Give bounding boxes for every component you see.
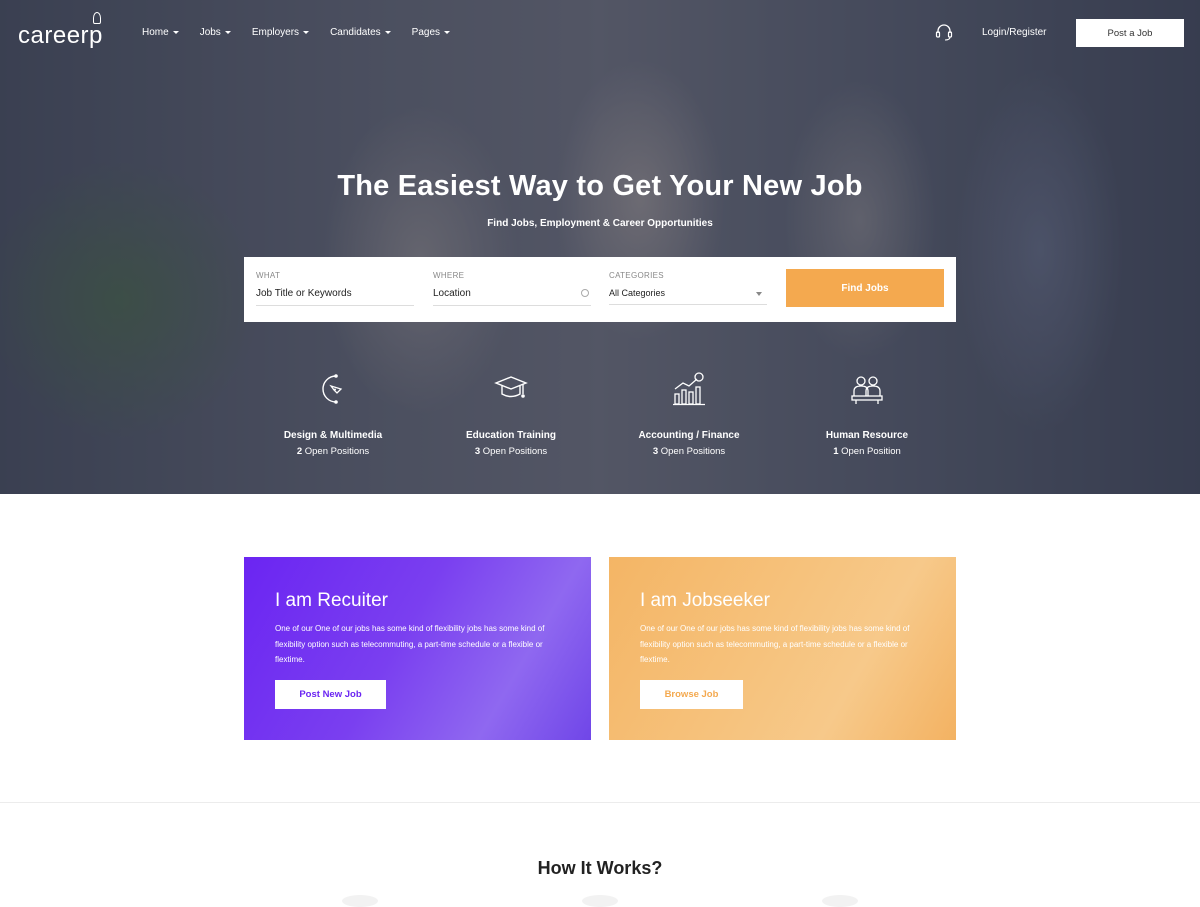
nav-item-label: Candidates xyxy=(330,27,381,38)
category-education-training[interactable]: Education Training 3 Open Positions xyxy=(421,372,601,457)
people-icon xyxy=(851,376,883,404)
categories-label: CATEGORIES xyxy=(609,271,664,280)
job-search-form: WHAT Job Title or Keywords WHERE Locatio… xyxy=(244,257,956,322)
category-name: Accounting / Finance xyxy=(638,430,740,441)
logo-text: career xyxy=(18,22,90,49)
how-it-works-title: How It Works? xyxy=(537,858,663,878)
chevron-down-icon xyxy=(172,31,179,34)
where-field[interactable]: WHERE Location xyxy=(433,271,591,306)
category-accounting-finance[interactable]: Accounting / Finance 3 Open Positions xyxy=(599,372,779,457)
what-label: WHAT xyxy=(256,271,281,280)
jobseeker-card: I am Jobseeker One of our One of our job… xyxy=(609,557,956,740)
step-circle xyxy=(822,895,858,907)
category-name: Human Resource xyxy=(825,430,909,441)
logo-text-tail: p xyxy=(89,22,103,49)
count-suffix: Open Position xyxy=(841,446,901,457)
keyword-input[interactable]: Job Title or Keywords xyxy=(256,288,414,306)
hero-subtitle: Find Jobs, Employment & Career Opportuni… xyxy=(487,218,713,229)
count-value: 2 xyxy=(296,446,303,457)
nav-item-label: Employers xyxy=(251,27,300,38)
rocket-icon xyxy=(93,12,101,24)
count-suffix: Open Positions xyxy=(304,446,370,457)
login-register-link[interactable]: Login/Register xyxy=(982,27,1046,38)
nav-item-employers[interactable]: Employers xyxy=(251,27,310,38)
card-description: One of our One of our jobs has some kind… xyxy=(275,624,545,664)
nav-item-label: Jobs xyxy=(199,27,221,38)
card-title: I am Recuiter xyxy=(275,590,388,611)
category-count: 2 Open Positions xyxy=(243,446,423,457)
graduation-cap-icon xyxy=(494,376,528,398)
category-count: 3 Open Positions xyxy=(421,446,601,457)
category-design-multimedia[interactable]: Design & Multimedia 2 Open Positions xyxy=(243,372,423,457)
locate-icon[interactable] xyxy=(581,289,589,297)
count-value: 3 xyxy=(652,446,659,457)
card-title: I am Jobseeker xyxy=(640,590,770,611)
hero-section: careerp Home Jobs Employers Candidates P… xyxy=(0,0,1200,494)
categories-field[interactable]: CATEGORIES All Categories xyxy=(609,271,767,305)
chevron-down-icon xyxy=(756,292,762,296)
nav-item-pages[interactable]: Pages xyxy=(411,27,451,38)
chevron-down-icon xyxy=(384,31,391,34)
post-a-job-button[interactable]: Post a Job xyxy=(1076,19,1184,47)
categories-select[interactable]: All Categories xyxy=(609,288,767,305)
logo[interactable]: careerp xyxy=(18,12,103,50)
nav-item-home[interactable]: Home xyxy=(142,27,179,38)
post-new-job-button[interactable]: Post New Job xyxy=(275,680,386,709)
categories-selected-value: All Categories xyxy=(609,288,666,298)
count-suffix: Open Positions xyxy=(660,446,726,457)
card-description: One of our One of our jobs has some kind… xyxy=(640,624,910,664)
browse-job-button[interactable]: Browse Job xyxy=(640,680,743,709)
chevron-down-icon xyxy=(303,31,310,34)
category-name: Education Training xyxy=(465,430,556,441)
category-count: 1 Open Position xyxy=(777,446,957,457)
find-jobs-button[interactable]: Find Jobs xyxy=(786,269,944,307)
count-value: 3 xyxy=(474,446,481,457)
main-nav: Home Jobs Employers Candidates Pages xyxy=(142,27,471,38)
section-divider xyxy=(0,802,1200,803)
chevron-down-icon xyxy=(224,31,231,34)
what-field[interactable]: WHAT Job Title or Keywords xyxy=(256,271,414,306)
step-circle xyxy=(342,895,378,907)
finance-chart-icon xyxy=(673,372,705,406)
headset-icon[interactable] xyxy=(934,22,954,42)
category-human-resource[interactable]: Human Resource 1 Open Position xyxy=(777,372,957,457)
chevron-down-icon xyxy=(444,31,451,34)
pen-tool-icon xyxy=(322,374,343,404)
category-count: 3 Open Positions xyxy=(599,446,779,457)
count-suffix: Open Positions xyxy=(482,446,548,457)
category-name: Design & Multimedia xyxy=(283,430,383,441)
nav-item-jobs[interactable]: Jobs xyxy=(200,27,231,38)
location-placeholder: Location xyxy=(433,288,471,299)
nav-item-label: Home xyxy=(142,27,169,38)
nav-item-candidates[interactable]: Candidates xyxy=(330,27,391,38)
step-circle xyxy=(582,895,618,907)
where-label: WHERE xyxy=(433,271,465,280)
recruiter-card: I am Recuiter One of our One of our jobs… xyxy=(244,557,591,740)
nav-item-label: Pages xyxy=(411,27,441,38)
hero-title: The Easiest Way to Get Your New Job xyxy=(337,170,863,202)
location-input[interactable]: Location xyxy=(433,288,591,306)
count-value: 1 xyxy=(833,446,839,457)
